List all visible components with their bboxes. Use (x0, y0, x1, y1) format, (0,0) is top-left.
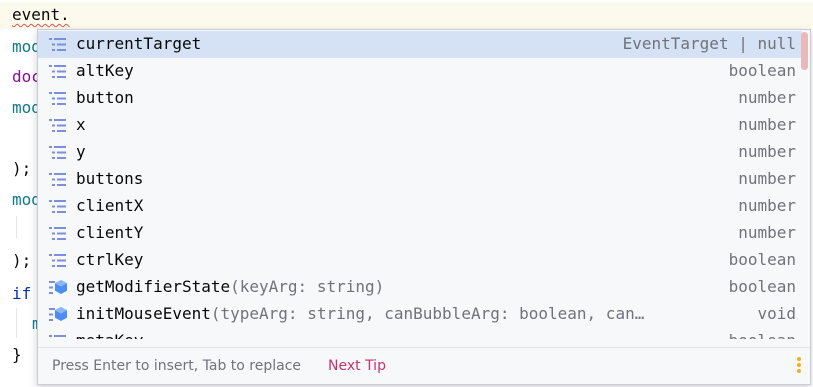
completion-popup: currentTarget EventTarget | null altKey boo… (37, 29, 811, 385)
completion-item-name: x (76, 115, 86, 135)
completion-item-label: x (76, 115, 86, 134)
method-icon (48, 306, 68, 323)
completion-item-label: button (76, 88, 134, 107)
completion-item-label: currentTarget (76, 34, 202, 53)
completion-item[interactable]: clientX number (38, 193, 802, 220)
completion-item-name: altKey (76, 61, 134, 81)
completion-item[interactable]: metaKey boolean (38, 328, 802, 339)
completion-item-type: boolean (728, 61, 796, 80)
completion-item-label: clientX (76, 196, 144, 215)
completion-item-label: getModifierState (76, 277, 231, 296)
completion-scrollbar[interactable] (801, 32, 808, 70)
completion-item[interactable]: altKey boolean (38, 58, 802, 85)
completion-item-type: number (738, 88, 796, 107)
completion-item-label: clientY (76, 223, 144, 242)
property-icon (48, 144, 68, 161)
property-icon (48, 63, 68, 80)
completion-item[interactable]: getModifierState(keyArg: string) boolean (38, 274, 802, 301)
completion-item-type: number (738, 223, 796, 242)
completion-item-name: currentTarget (76, 34, 201, 54)
completion-item-type: number (738, 169, 796, 188)
indent-guide (16, 216, 17, 238)
completion-item-params: (keyArg: string) (230, 277, 385, 296)
completion-item-type: number (738, 196, 796, 215)
property-icon (48, 333, 68, 339)
current-line-highlight (0, 2, 813, 29)
completion-item[interactable]: button number (38, 85, 802, 112)
completion-item-params: (typeArg: string, canBubbleArg: boolean,… (210, 304, 645, 323)
completion-item-name: button (76, 88, 134, 108)
completion-item[interactable]: x number (38, 112, 802, 139)
completion-item-type: boolean (728, 250, 796, 269)
completion-item[interactable]: clientY number (38, 220, 802, 247)
completion-item-type: void (757, 304, 796, 323)
property-icon (48, 252, 68, 269)
next-tip-link[interactable]: Next Tip (328, 358, 386, 374)
code-fragment-brace[interactable]: } (12, 345, 22, 365)
property-icon (48, 225, 68, 242)
completion-item-label: buttons (76, 169, 144, 188)
property-icon (48, 171, 68, 188)
property-icon (48, 117, 68, 134)
property-icon (48, 36, 68, 53)
property-icon (48, 90, 68, 107)
code-fragment-if[interactable]: if (12, 284, 31, 304)
code-fragment-close[interactable]: ); (12, 251, 31, 271)
completion-item-label: ctrlKey (76, 250, 144, 269)
completion-item-name: ctrlKey (76, 250, 143, 270)
code-line-event[interactable]: event. (12, 5, 70, 25)
completion-item[interactable]: ctrlKey boolean (38, 247, 802, 274)
completion-item-name: clientY (76, 223, 143, 243)
completion-item-name: metaKey (76, 331, 143, 339)
completion-item-name: clientX (76, 196, 143, 216)
completion-item[interactable]: buttons number (38, 166, 802, 193)
completion-item-type: EventTarget | null (622, 34, 796, 53)
footer-hint: Press Enter to insert, Tab to replace (52, 358, 302, 374)
indent-guide (16, 308, 17, 338)
completion-item-type: boolean (729, 331, 796, 339)
completion-item-type: number (738, 142, 796, 161)
code-fragment-close[interactable]: ); (12, 159, 31, 179)
completion-item-label: metaKey (76, 331, 143, 339)
completion-item-label: y (76, 142, 86, 161)
completion-item[interactable]: initMouseEvent(typeArg: string, canBubbl… (38, 301, 802, 328)
completion-item[interactable]: currentTarget EventTarget | null (38, 31, 802, 58)
completion-list[interactable]: currentTarget EventTarget | null altKey boo… (38, 30, 810, 339)
method-icon (48, 279, 68, 296)
completion-item-name: y (76, 142, 86, 162)
completion-item-label: initMouseEvent (76, 304, 211, 323)
completion-item-type: boolean (728, 277, 796, 296)
completion-item-label: altKey (76, 61, 134, 80)
completion-item-name: buttons (76, 169, 143, 189)
completion-item-type: number (738, 115, 796, 134)
completion-item[interactable]: y number (38, 139, 802, 166)
completion-footer: Press Enter to insert, Tab to replace Ne… (38, 347, 810, 384)
completion-item-name: getModifierState(keyArg: string) (76, 277, 384, 297)
completion-item-name: initMouseEvent(typeArg: string, canBubbl… (76, 304, 644, 324)
property-icon (48, 198, 68, 215)
more-options-icon[interactable] (796, 356, 802, 376)
